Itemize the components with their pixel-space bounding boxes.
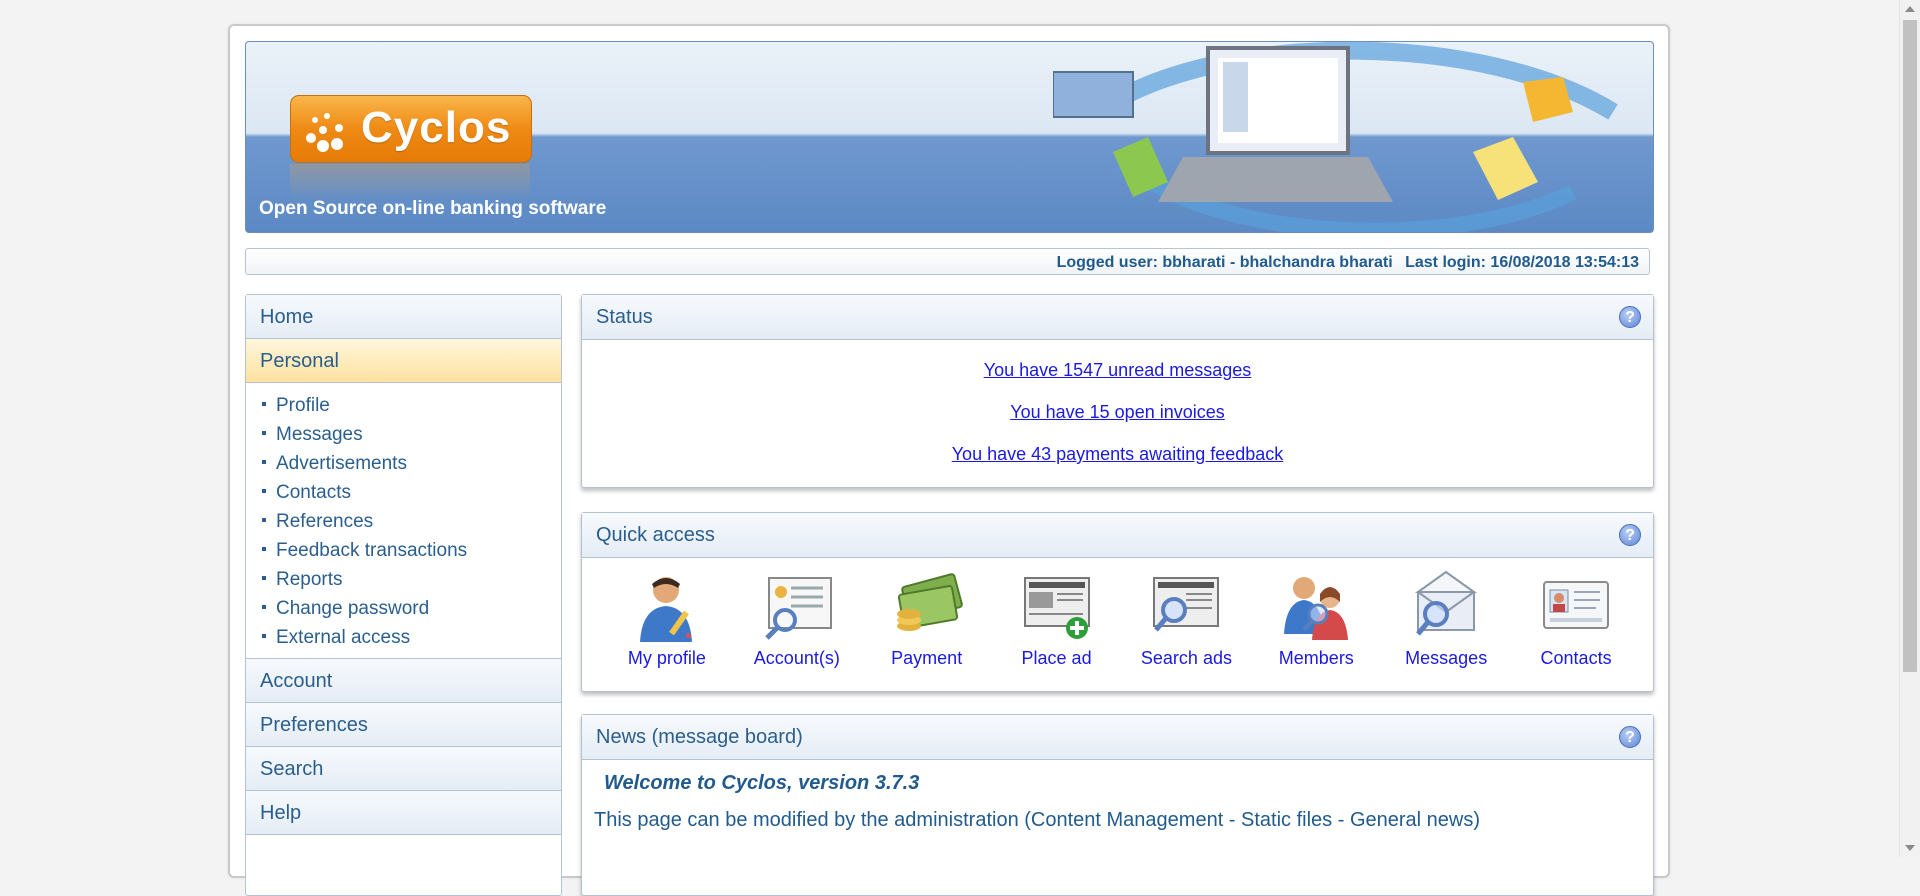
panel-title: News (message board) [596,726,803,748]
messages-icon [1415,570,1478,636]
submenu-item-references[interactable]: References [262,507,561,536]
panel-title: Status [596,306,653,328]
sidebar-menu: Home Personal Profile Messages Advertise… [245,294,562,896]
members-icon [1284,577,1349,640]
bullet-icon [262,575,266,580]
bullet-icon [262,604,266,609]
menu-help[interactable]: Help [246,791,561,835]
header-banner: Cyclos Open Source on-line banking softw… [245,41,1654,233]
help-icon[interactable]: ? [1619,726,1641,748]
submenu-item-feedback-transactions[interactable]: Feedback transactions [262,536,561,565]
qa-label[interactable]: Members [1251,648,1381,669]
qa-label[interactable]: Payment [862,648,992,669]
login-info-bar: Logged user: bbharati - bhalchandra bhar… [245,248,1650,275]
qa-accounts[interactable]: Account(s) [732,570,862,669]
qa-payment[interactable]: Payment [862,570,992,669]
bullet-icon [262,488,266,493]
quick-access-panel: Quick access ? My profile Account(s) Pay… [581,512,1654,692]
bullet-icon [262,430,266,435]
submenu-item-messages[interactable]: Messages [262,420,561,449]
menu-preferences[interactable]: Preferences [246,703,561,747]
unread-messages-link[interactable]: You have 1547 unread messages [582,360,1653,381]
help-icon[interactable]: ? [1619,524,1641,546]
qa-label[interactable]: My profile [602,648,732,669]
submenu-item-label[interactable]: Contacts [276,482,351,503]
menu-home[interactable]: Home [246,295,561,339]
status-panel-header: Status ? [582,295,1653,340]
last-login: Last login: 16/08/2018 13:54:13 [1405,254,1639,271]
bullet-icon [262,546,266,551]
qa-label[interactable]: Search ads [1122,648,1252,669]
panel-title: Quick access [596,524,715,546]
scroll-up-arrow-icon[interactable] [1905,6,1915,12]
submenu-item-label[interactable]: Feedback transactions [276,540,467,561]
submenu-item-change-password[interactable]: Change password [262,594,561,623]
submenu-item-label[interactable]: Messages [276,424,363,445]
qa-contacts[interactable]: Contacts [1511,570,1641,669]
menu-search[interactable]: Search [246,747,561,791]
logo-reflection [290,164,530,200]
news-panel-header: News (message board) ? [582,715,1653,760]
submenu-item-label[interactable]: External access [276,627,410,648]
submenu-item-profile[interactable]: Profile [262,391,561,420]
logo-dots-icon [306,113,343,152]
submenu-item-label[interactable]: Advertisements [276,453,407,474]
accounts-icon [765,577,832,640]
my-profile-icon [639,577,692,642]
logo-text: Cyclos [361,103,512,152]
vertical-scrollbar[interactable] [1899,0,1920,857]
submenu-item-reports[interactable]: Reports [262,565,561,594]
bullet-icon [262,401,266,406]
menu-personal[interactable]: Personal [246,339,561,383]
status-links: You have 1547 unread messages You have 1… [582,340,1653,465]
cyclos-logo[interactable]: Cyclos [290,95,532,163]
submenu-item-external-access[interactable]: External access [262,623,561,652]
menu-account[interactable]: Account [246,659,561,703]
tagline: Open Source on-line banking software [259,198,607,219]
place-ad-icon [1023,577,1090,639]
bullet-icon [262,459,266,464]
payments-feedback-link[interactable]: You have 43 payments awaiting feedback [582,444,1653,465]
submenu-item-contacts[interactable]: Contacts [262,478,561,507]
personal-submenu: Profile Messages Advertisements Contacts… [246,383,561,659]
page-container: Cyclos Open Source on-line banking softw… [228,24,1670,896]
scroll-down-arrow-icon[interactable] [1905,845,1915,851]
submenu-item-label[interactable]: Reports [276,569,343,590]
qa-label[interactable]: Account(s) [732,648,862,669]
logged-user: Logged user: bbharati - bhalchandra bhar… [1056,254,1393,271]
news-body: This page can be modified by the adminis… [594,809,1480,831]
submenu-item-advertisements[interactable]: Advertisements [262,449,561,478]
qa-messages[interactable]: Messages [1381,570,1511,669]
news-heading: Welcome to Cyclos, version 3.7.3 [604,772,920,794]
bullet-icon [262,517,266,522]
help-icon[interactable]: ? [1619,306,1641,328]
banner-illustration [1053,42,1618,232]
payment-icon [896,573,963,631]
quick-access-row: My profile Account(s) Payment Place ad S… [582,558,1653,669]
news-panel: News (message board) ? Welcome to Cyclos… [581,714,1654,896]
submenu-item-label[interactable]: References [276,511,373,532]
qa-my-profile[interactable]: My profile [602,570,732,669]
quick-access-header: Quick access ? [582,513,1653,558]
qa-place-ad[interactable]: Place ad [992,570,1122,669]
qa-label[interactable]: Messages [1381,648,1511,669]
status-panel: Status ? You have 1547 unread messages Y… [581,294,1654,488]
search-ads-icon [1153,577,1220,632]
contacts-icon [1543,581,1610,629]
qa-members[interactable]: Members [1251,570,1381,669]
open-invoices-link[interactable]: You have 15 open invoices [582,402,1653,423]
scrollbar-thumb[interactable] [1903,20,1917,672]
qa-label[interactable]: Contacts [1511,648,1641,669]
submenu-item-label[interactable]: Profile [276,395,330,416]
qa-search-ads[interactable]: Search ads [1122,570,1252,669]
bullet-icon [262,633,266,638]
qa-label[interactable]: Place ad [992,648,1122,669]
submenu-item-label[interactable]: Change password [276,598,429,619]
